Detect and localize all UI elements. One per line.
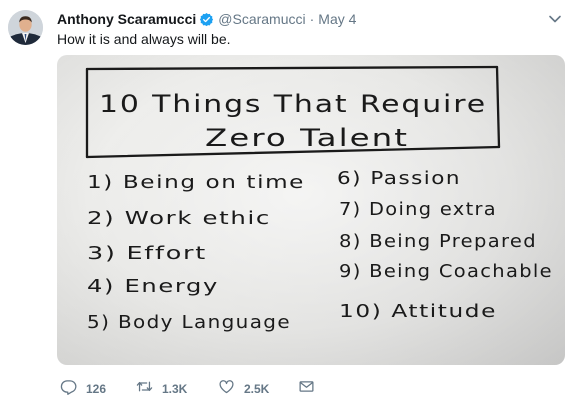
list-item: 2) Work ethic (87, 209, 271, 229)
direct-message-button[interactable] (298, 378, 315, 400)
reply-count: 126 (86, 382, 107, 396)
retweet-button[interactable]: 1.3K (136, 378, 187, 400)
title-box-right (495, 65, 501, 149)
tweet-date[interactable]: May 4 (318, 11, 356, 27)
list-item: 6) Passion (337, 169, 461, 189)
envelope-icon (298, 378, 315, 400)
whiteboard-drawing: 10 Things That Require Zero Talent 1) Be… (85, 65, 553, 333)
reply-button[interactable]: 126 (60, 378, 106, 400)
like-button[interactable]: 2.5K (218, 378, 269, 400)
handle[interactable]: @Scaramucci (218, 11, 305, 27)
title-line-1: 10 Things That Require (99, 90, 487, 118)
list-item: 7) Doing extra (339, 200, 497, 220)
list-item: 4) Energy (87, 277, 219, 297)
avatar-photo (8, 10, 43, 45)
retweet-icon (136, 378, 153, 400)
tweet-header: Anthony Scaramucci @Scaramucci · May 4 (57, 10, 356, 28)
title-line-2: Zero Talent (205, 124, 409, 152)
avatar[interactable] (8, 10, 43, 45)
list-item: 5) Body Language (87, 313, 291, 333)
display-name[interactable]: Anthony Scaramucci (57, 11, 196, 27)
list-item: 1) Being on time (87, 173, 305, 193)
heart-icon (218, 378, 235, 400)
list-item: 9) Being Coachable (339, 262, 553, 282)
title-box-top (85, 65, 499, 71)
tweet-text: How it is and always will be. (57, 31, 231, 47)
list-item: 10) Attitude (339, 302, 497, 322)
reply-icon (60, 378, 77, 400)
chevron-down-icon[interactable] (548, 12, 562, 26)
list-item: 3) Effort (87, 244, 207, 264)
retweet-count: 1.3K (162, 382, 188, 396)
list-item: 8) Being Prepared (339, 232, 537, 252)
separator: · (309, 11, 315, 27)
like-count: 2.5K (244, 382, 270, 396)
tweet-media-image[interactable]: 10 Things That Require Zero Talent 1) Be… (57, 55, 565, 365)
verified-badge-icon (199, 12, 214, 27)
